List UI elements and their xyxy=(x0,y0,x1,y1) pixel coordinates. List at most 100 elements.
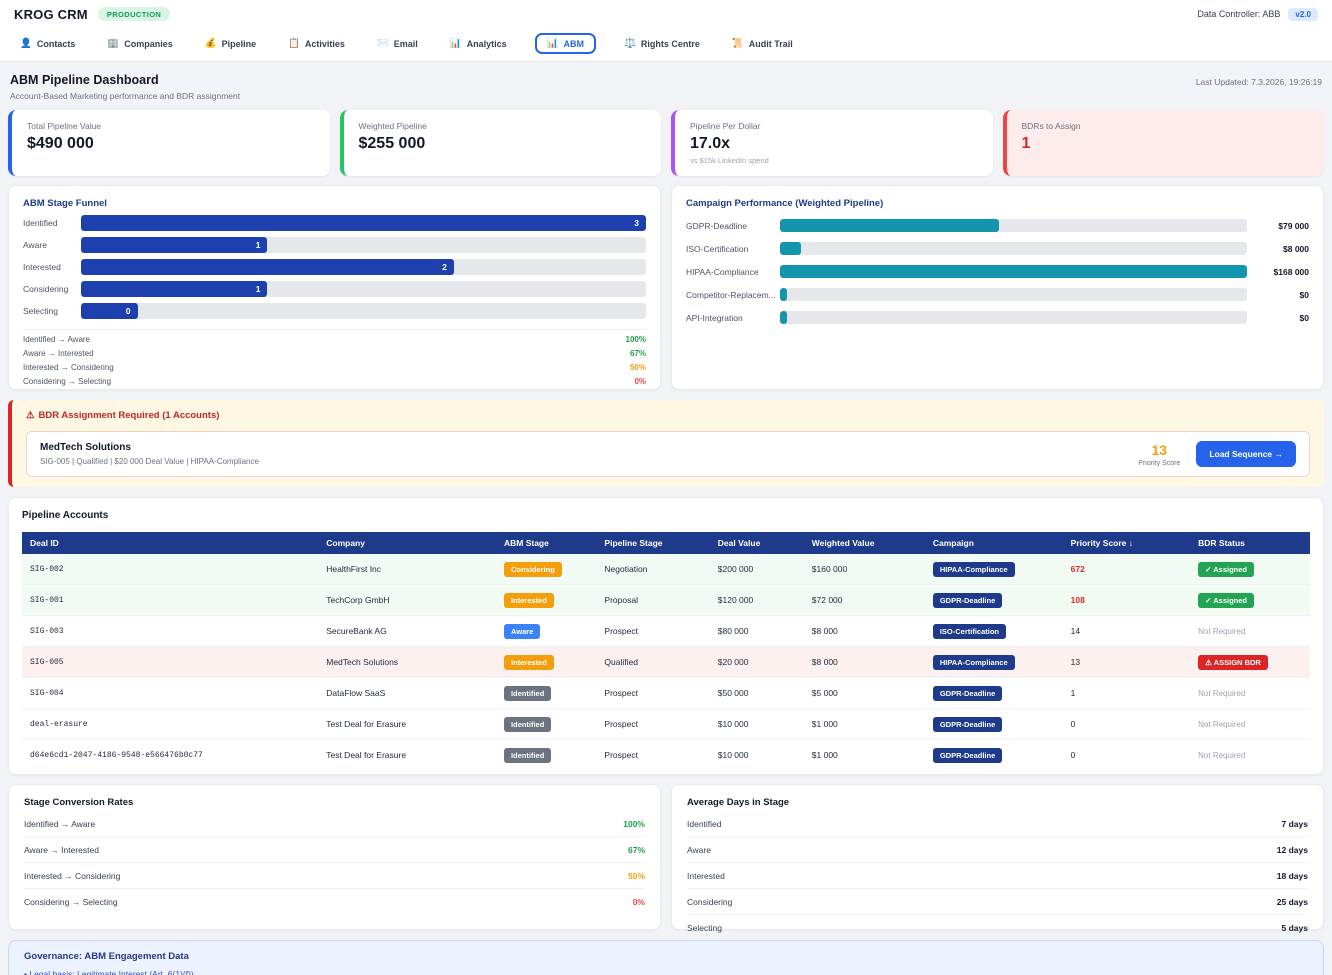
bar-chart-icon: 📊 xyxy=(546,38,559,49)
conversion-row: Aware → Interested 67% xyxy=(23,349,646,358)
weighted-value: $8 000 xyxy=(803,646,925,678)
assigned-badge: ✓ Assigned xyxy=(1198,561,1255,577)
deal-value: $20 000 xyxy=(709,646,804,678)
tab-analytics[interactable]: 📊 Analytics xyxy=(446,34,511,53)
campaign-bar-hipaa-compliance: HIPAA-Compliance $168 000 xyxy=(686,265,1309,278)
data-controller-label: Data Controller: ABB xyxy=(1197,9,1281,19)
assigned-badge: ✓ Assigned xyxy=(1198,592,1255,608)
stat-value: $490 000 xyxy=(27,135,94,152)
company: TechCorp GmbH xyxy=(318,584,496,616)
company: MedTech Solutions xyxy=(318,646,496,678)
col-company[interactable]: Company xyxy=(318,532,496,554)
funnel-bar-identified: Identified 3 xyxy=(23,215,646,231)
pipeline-stage: Qualified xyxy=(596,646,710,678)
col-priority-score-sorted[interactable]: Priority Score ↓ xyxy=(1062,532,1191,554)
production-badge: PRODUCTION xyxy=(97,7,171,21)
scroll-icon: 📜 xyxy=(731,38,744,49)
stat-weighted-pipeline: Weighted Pipeline $255 000 xyxy=(339,110,661,176)
priority-score-value: 13 xyxy=(1151,441,1168,458)
assign-bdr-button[interactable]: ⚠ ASSIGN BDR xyxy=(1198,654,1268,670)
tab-audit-trail[interactable]: 📜 Audit Trail xyxy=(728,34,797,53)
stage-conversion-rates-panel: Stage Conversion Rates Identified → Awar… xyxy=(8,784,661,930)
col-pipeline-stage[interactable]: Pipeline Stage xyxy=(596,532,710,554)
stat-value: $255 000 xyxy=(358,135,426,152)
tab-pipeline[interactable]: 💰 Pipeline xyxy=(201,34,260,53)
conversion-row: Considering → Selecting 0% xyxy=(24,896,645,907)
tab-companies[interactable]: 🏢 Companies xyxy=(103,34,176,53)
tab-abm-active[interactable]: 📊 ABM xyxy=(534,33,597,54)
table-title: Pipeline Accounts xyxy=(22,510,109,521)
envelope-icon: ✉️ xyxy=(376,38,389,49)
pipeline-stage: Negotiation xyxy=(596,554,710,585)
account-name: MedTech Solutions xyxy=(40,442,131,453)
stat-note: vs $15k LinkedIn spend xyxy=(690,156,769,165)
tab-contacts[interactable]: 👤 Contacts xyxy=(16,34,79,53)
bdr-status-text: Not Required xyxy=(1198,627,1246,636)
stat-bdrs-to-assign: BDRs to Assign 1 xyxy=(1002,110,1324,176)
tab-label: Rights Centre xyxy=(640,38,700,49)
pipeline-stage: Prospect xyxy=(604,750,638,760)
person-icon: 👤 xyxy=(20,38,32,49)
col-deal-value[interactable]: Deal Value xyxy=(709,532,804,554)
campaign-badge: GDPR-Deadline xyxy=(932,685,1003,701)
average-days-in-stage-panel: Average Days in Stage Identified 7 days A… xyxy=(671,784,1324,933)
weighted-value: $8 000 xyxy=(803,615,925,647)
funnel-bar-selecting: Selecting 0 xyxy=(23,303,646,319)
bottom-panels: Stage Conversion Rates Identified → Awar… xyxy=(0,775,1332,939)
company: Test Deal for Erasure xyxy=(326,750,407,760)
col-abm-stage[interactable]: ABM Stage xyxy=(495,532,597,554)
money-bag-icon: 💰 xyxy=(204,38,217,49)
table-row: deal-erasure Test Deal for Erasure Ident… xyxy=(22,708,1310,740)
load-sequence-button[interactable]: Load Sequence → xyxy=(1196,441,1296,467)
col-campaign[interactable]: Campaign xyxy=(924,532,1063,554)
table-row: SIG-002 HealthFirst Inc Considering Nego… xyxy=(22,554,1310,585)
campaign-badge: GDPR-Deadline xyxy=(932,747,1003,763)
priority-score: 0 xyxy=(1062,708,1191,740)
version-badge: v2.0 xyxy=(1288,7,1318,21)
col-weighted-value[interactable]: Weighted Value xyxy=(803,532,925,554)
company: DataFlow SaaS xyxy=(318,677,496,709)
stat-value: 1 xyxy=(1021,135,1031,152)
tab-rights-centre[interactable]: ⚖️ Rights Centre xyxy=(620,34,704,53)
campaign-title: Campaign Performance (Weighted Pipeline) xyxy=(686,198,884,209)
conversion-row: Aware → Interested 67% xyxy=(24,837,645,863)
table-row: d64e6cd1-2047-4186-9548-e566476b0c77 Tes… xyxy=(22,740,1310,771)
abm-stage-badge: Considering xyxy=(503,561,562,577)
tab-label: Audit Trail xyxy=(748,38,793,49)
building-icon: 🏢 xyxy=(107,38,120,49)
funnel-bar-aware: Aware 1 xyxy=(23,237,646,253)
tab-email[interactable]: ✉️ Email xyxy=(373,34,422,53)
charts-row: ABM Stage Funnel Identified 3 Aware 1 In… xyxy=(0,176,1332,399)
campaign-badge: HIPAA-Compliance xyxy=(932,654,1015,670)
conversion-row: Considering → Selecting 0% xyxy=(23,377,646,386)
stat-label: Weighted Pipeline xyxy=(358,121,427,131)
priority-score: 1 xyxy=(1062,677,1191,709)
conversion-row: Interested → Considering 50% xyxy=(23,363,646,372)
funnel-bar-interested: Interested 2 xyxy=(23,259,646,275)
tab-label: Contacts xyxy=(36,38,76,49)
last-updated: Last Updated: 7.3.2026, 19:26:19 xyxy=(1195,77,1322,87)
pipeline-accounts-table: Deal ID Company ABM Stage Pipeline Stage… xyxy=(22,532,1310,770)
campaign-bar-api-integration: API-Integration $0 xyxy=(686,311,1309,324)
divider xyxy=(23,329,646,330)
deal-id: SIG-001 xyxy=(22,584,319,616)
campaign-performance-panel: Campaign Performance (Weighted Pipeline)… xyxy=(671,185,1324,390)
table-row: SIG-005 MedTech Solutions Interested Qua… xyxy=(22,646,1310,678)
governance-panel: Governance: ABM Engagement Data Legal ba… xyxy=(8,940,1324,975)
weighted-value: $5 000 xyxy=(803,677,925,709)
tab-activities[interactable]: 📋 Activities xyxy=(284,34,349,53)
campaign-badge: GDPR-Deadline xyxy=(932,716,1003,732)
bdr-account-card: MedTech Solutions SIG-005 | Qualified | … xyxy=(26,431,1310,477)
days-row: Considering 25 days xyxy=(687,889,1308,915)
campaign-bar-gdpr-deadline: GDPR-Deadline $79 000 xyxy=(686,219,1309,232)
company: HealthFirst Inc xyxy=(318,554,496,585)
tab-label: Analytics xyxy=(466,38,507,49)
tab-label: Email xyxy=(393,38,418,49)
company: SecureBank AG xyxy=(318,615,496,647)
col-bdr-status[interactable]: BDR Status xyxy=(1190,532,1310,554)
pipeline-stage: Prospect xyxy=(596,615,710,647)
col-deal-id[interactable]: Deal ID xyxy=(22,532,319,554)
warning-icon: ⚠ xyxy=(26,410,35,421)
top-bar: KROG CRM PRODUCTION Data Controller: ABB… xyxy=(0,0,1332,28)
stat-label: BDRs to Assign xyxy=(1021,121,1081,131)
